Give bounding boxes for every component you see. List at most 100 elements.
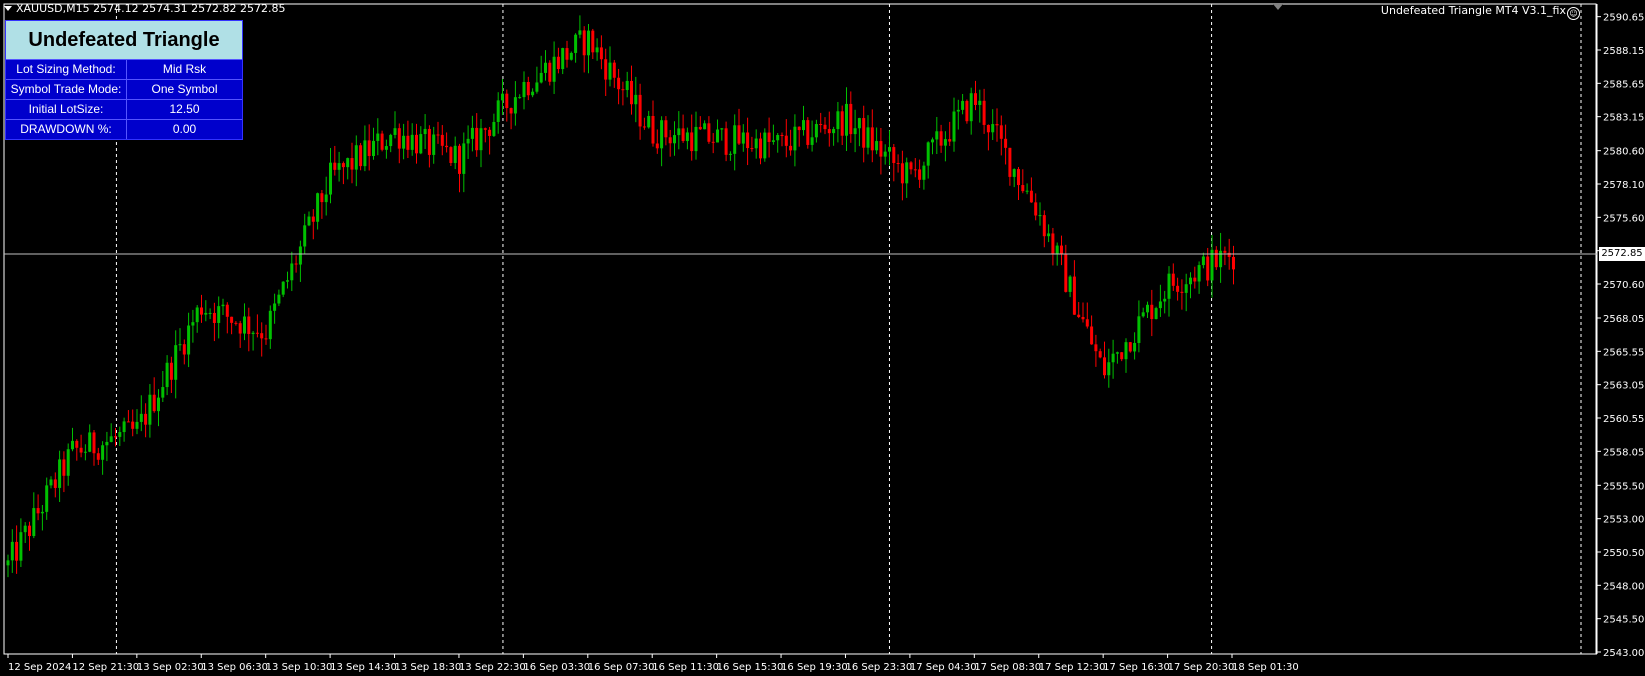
candle-body [1068,276,1072,292]
candle-body [479,128,483,151]
candle-body [875,141,879,151]
candle-body [260,333,264,339]
candle-body [298,246,302,265]
candle-body [1206,256,1210,281]
candle-body [986,124,990,133]
candle-body [367,140,371,157]
candle-body [759,138,762,159]
candle-body [552,56,556,82]
panel-title: Undefeated Triangle [6,21,242,59]
candle-body [436,134,440,136]
candle-body [488,129,492,136]
candle-body [608,62,612,80]
candle-body [303,225,307,247]
candle-body [518,97,522,99]
candle-body [690,132,694,152]
candle-body [208,312,212,314]
candle-body [148,394,152,425]
candle-body [789,145,793,151]
candle-body [1060,245,1063,255]
candle-body [677,128,681,136]
candle-body [389,134,393,147]
candle-body [247,316,251,335]
candle-body [53,479,57,488]
candle-body [526,81,530,96]
expert-advisor-header: Undefeated Triangle MT4 V3.1_fix ☺ [1381,4,1580,20]
candle-body [982,100,986,125]
candle-body [630,80,633,105]
candle-body [161,387,165,398]
candle-body [169,362,173,380]
candle-body [329,162,332,195]
candle-body [268,310,272,340]
time-tick-label: 13 Sep 02:30 [137,662,204,673]
candle-body [1128,342,1132,352]
candle-body [1012,169,1016,177]
candle-body [664,120,668,138]
candle-body [372,140,375,157]
candle-body [905,162,909,184]
candle-body [1111,353,1115,363]
candle-body [673,135,676,144]
price-chart[interactable]: 2590.65 2588.15 2585.65 2583.15 2580.60 2578.… [0,0,1645,676]
candle-body [1141,312,1145,317]
candle-body [952,111,956,142]
candle-body [230,316,234,323]
candle-body [1103,357,1106,376]
candle-body [1214,249,1218,268]
candle-body [784,135,788,146]
candle-body [1034,202,1038,216]
candle-body [1193,277,1197,282]
candle-body [1201,256,1205,266]
price-tick-label: 2568.05 [1603,314,1644,325]
candle-body [363,140,367,167]
price-tick-label: 2543.00 [1603,648,1644,659]
candle-body [492,121,496,136]
candle-body [273,303,277,311]
candle-body [900,163,904,184]
price-tick-label: 2570.60 [1603,280,1644,291]
smiley-icon[interactable]: ☺ [1567,7,1580,20]
candle-body [1047,233,1051,237]
time-tick-label: 17 Sep 12:30 [1039,662,1106,673]
current-price-tag: 2572.85 [1599,247,1645,261]
candle-body [819,124,823,126]
candle-body [79,447,83,453]
candle-body [204,312,208,315]
price-tick-label: 2545.50 [1603,615,1644,626]
candle-body [71,440,74,450]
candle-body [1004,138,1008,148]
candle-body [539,72,543,83]
candle-body [754,138,758,149]
candle-body [341,163,345,168]
candle-body [544,62,547,73]
time-tick-label: 12 Sep 21:30 [72,662,139,673]
price-tick-label: 2550.50 [1603,548,1644,559]
candle-body [419,134,423,154]
candle-body [346,158,350,168]
candle-body [243,316,246,334]
time-tick-label: 17 Sep 04:30 [910,662,977,673]
candle-body [1051,233,1055,255]
candle-body [750,148,754,150]
panel-row-value: 12.50 [169,102,200,116]
candle-body [505,93,509,109]
candle-body [922,165,926,180]
candle-body [320,193,324,203]
candle-body [767,132,771,142]
chart-menu-triangle-icon[interactable] [4,6,12,11]
candle-body [221,304,225,307]
candle-body [427,128,431,155]
candle-body [793,126,797,151]
panel-row-label: Symbol Trade Mode: [6,80,127,99]
chart-window[interactable]: 2590.65 2588.15 2585.65 2583.15 2580.60 2578.… [0,0,1645,676]
candle-body [1115,352,1119,354]
candle-body [6,560,10,566]
candle-body [238,323,242,334]
candle-body [840,111,844,136]
candle-body [212,312,216,323]
candle-body [1133,342,1137,352]
time-tick-label: 16 Sep 15:30 [717,662,784,673]
candle-body [40,511,44,514]
time-tick-label: 13 Sep 22:30 [459,662,526,673]
